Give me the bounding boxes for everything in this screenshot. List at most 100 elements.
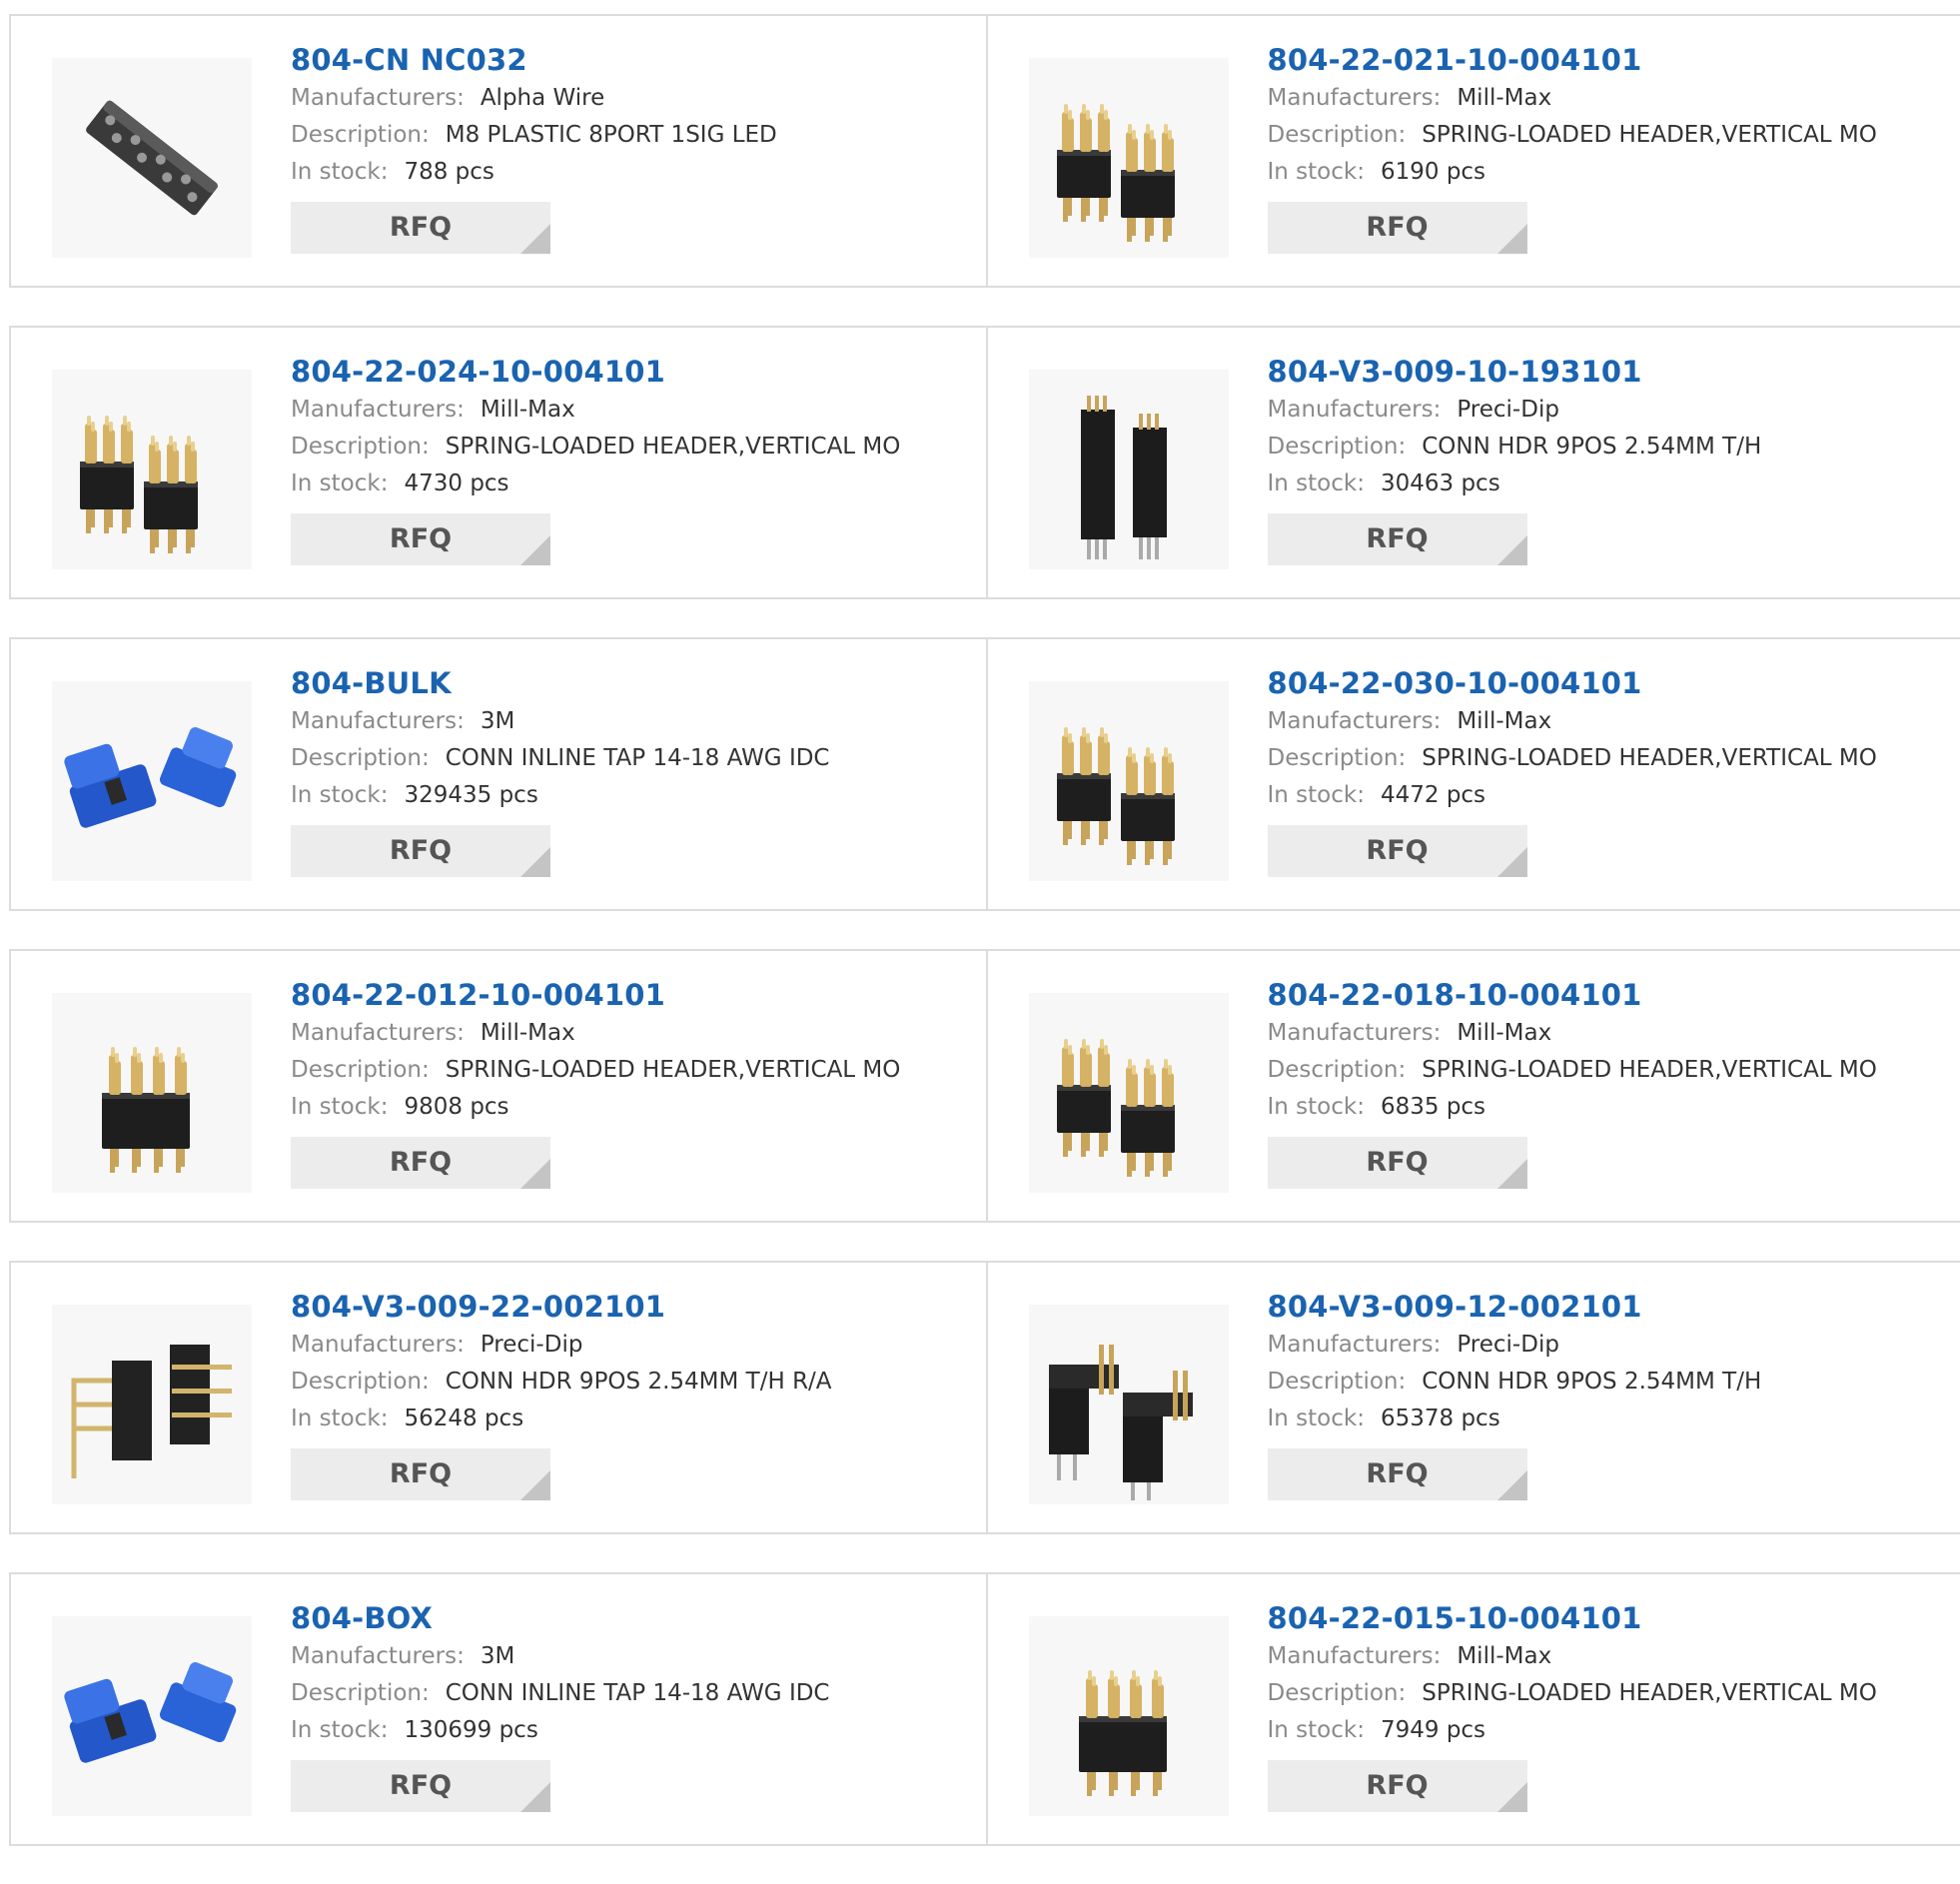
manufacturer-row: Manufacturers:Preci-Dip: [291, 1327, 976, 1364]
rfq-button[interactable]: RFQ: [1268, 513, 1527, 565]
manufacturer-label: Manufacturers:: [1268, 1332, 1442, 1358]
description-label: Description:: [1268, 1057, 1407, 1083]
part-number-link[interactable]: 804-22-030-10-004101: [1268, 663, 1951, 703]
rfq-button[interactable]: RFQ: [1268, 1760, 1527, 1812]
stock-value: 6190 pcs: [1381, 159, 1485, 185]
stock-value: 329435 pcs: [404, 782, 537, 808]
product-info: 804-22-015-10-004101 Manufacturers:Mill-…: [1268, 1598, 1951, 1812]
product-image[interactable]: [52, 1305, 252, 1504]
product-image[interactable]: [1029, 681, 1229, 881]
product-info: 804-22-030-10-004101 Manufacturers:Mill-…: [1268, 663, 1951, 877]
manufacturer-row: Manufacturers: Preci-Dip: [1268, 392, 1951, 429]
product-card: 804-V3-009-12-002101 Manufacturers: Preci…: [986, 1263, 1960, 1532]
description-label: Description:: [291, 1680, 430, 1706]
product-image[interactable]: [52, 58, 252, 258]
product-image[interactable]: [1029, 993, 1229, 1193]
part-number-link[interactable]: 804-V3-009-22-002101: [291, 1287, 976, 1327]
product-card: 804-22-012-10-004101 Manufacturers:Mill-…: [11, 951, 986, 1221]
description-label: Description:: [291, 434, 430, 460]
product-card: 804-CN NC032 Manufacturers:Alpha Wire De…: [11, 16, 986, 286]
rfq-button-label: RFQ: [1366, 835, 1428, 866]
product-image[interactable]: [1029, 58, 1229, 258]
description-row: Description:CONN HDR 9POS 2.54MM T/H: [1268, 429, 1951, 466]
product-grid: 804-CN NC032 Manufacturers:Alpha Wire De…: [9, 14, 1960, 1884]
product-card: 804-22-021-10-004101 Manufacturers:Mill-…: [986, 16, 1960, 286]
corner-triangle-icon: [1497, 535, 1527, 565]
manufacturer-value: Preci-Dip: [1457, 397, 1559, 423]
rfq-button-label: RFQ: [390, 1458, 452, 1489]
manufacturer-value: Mill-Max: [481, 1020, 575, 1046]
stock-row: In stock: 6190 pcs: [1268, 154, 1951, 191]
description-label: Description:: [291, 122, 430, 148]
stock-row: In stock:4730 pcs: [291, 466, 976, 502]
rfq-button[interactable]: RFQ: [1268, 1137, 1527, 1189]
description-row: Description:SPRING-LOADED HEADER,VERTICA…: [1268, 117, 1951, 154]
stock-label: In stock:: [291, 782, 388, 808]
stock-row: In stock:30463 pcs: [1268, 466, 1951, 502]
product-image[interactable]: [1029, 1616, 1229, 1816]
part-number-link[interactable]: 804-V3-009-10-193101: [1268, 352, 1951, 392]
description-row: Description:CONN INLINE TAP 14-18 AWG ID…: [291, 740, 976, 777]
rfq-button[interactable]: RFQ: [1268, 202, 1527, 254]
corner-triangle-icon: [1497, 224, 1527, 254]
product-image[interactable]: [1029, 1305, 1229, 1504]
manufacturer-label: Manufacturers:: [1268, 397, 1442, 423]
description-label: Description:: [291, 745, 430, 771]
manufacturer-value: Preci-Dip: [1457, 1332, 1559, 1358]
product-image[interactable]: [1029, 370, 1229, 569]
description-value: SPRING-LOADED HEADER,VERTICAL MO: [1422, 122, 1877, 148]
rfq-button-label: RFQ: [1366, 523, 1428, 554]
stock-value: 130699 pcs: [404, 1717, 537, 1743]
part-number-link[interactable]: 804-22-012-10-004101: [291, 975, 976, 1015]
stock-label: In stock:: [291, 1094, 388, 1120]
rfq-button[interactable]: RFQ: [291, 202, 550, 254]
spring-header-single-icon: [1029, 1616, 1229, 1816]
description-row: Description:SPRING-LOADED HEADER,VERTICA…: [1268, 740, 1951, 777]
product-image[interactable]: [52, 370, 252, 569]
description-value: SPRING-LOADED HEADER,VERTICAL MO: [1422, 1057, 1877, 1083]
rfq-button[interactable]: RFQ: [291, 513, 550, 565]
manufacturer-row: Manufacturers:3M: [291, 1638, 976, 1675]
stock-label: In stock:: [1268, 159, 1365, 185]
stock-row: In stock: 9808 pcs: [291, 1089, 976, 1126]
rfq-button[interactable]: RFQ: [291, 825, 550, 877]
description-value: M8 PLASTIC 8PORT 1SIG LED: [446, 122, 777, 148]
description-row: Description:SPRING-LOADED HEADER,VERTICA…: [291, 1052, 976, 1089]
description-row: Description:CONN HDR 9POS 2.54MM T/H R/A: [291, 1364, 976, 1401]
rfq-button[interactable]: RFQ: [1268, 825, 1527, 877]
description-value: SPRING-LOADED HEADER,VERTICAL MO: [446, 1057, 901, 1083]
rfq-button[interactable]: RFQ: [1268, 1448, 1527, 1500]
corner-triangle-icon: [1497, 847, 1527, 877]
product-info: 804-CN NC032 Manufacturers:Alpha Wire De…: [291, 40, 976, 254]
rfq-button-label: RFQ: [1366, 1458, 1428, 1489]
corner-triangle-icon: [520, 847, 550, 877]
part-number-link[interactable]: 804-V3-009-12-002101: [1268, 1287, 1951, 1327]
rfq-button[interactable]: RFQ: [291, 1760, 550, 1812]
product-info: 804-BOX Manufacturers:3M Description:CON…: [291, 1598, 976, 1812]
manufacturer-row: Manufacturers: Preci-Dip: [1268, 1327, 1951, 1364]
product-image[interactable]: [52, 993, 252, 1193]
product-card: 804-BOX Manufacturers:3M Description:CON…: [11, 1574, 986, 1844]
part-number-link[interactable]: 804-22-018-10-004101: [1268, 975, 1951, 1015]
product-info: 804-22-024-10-004101 Manufacturers:Mill-…: [291, 352, 976, 565]
part-number-link[interactable]: 804-22-015-10-004101: [1268, 1598, 1951, 1638]
product-image[interactable]: [52, 681, 252, 881]
product-image[interactable]: [52, 1616, 252, 1816]
manufacturer-value: 3M: [481, 708, 514, 734]
part-number-link[interactable]: 804-22-021-10-004101: [1268, 40, 1951, 80]
stock-value: 30463 pcs: [1381, 471, 1500, 496]
part-number-link[interactable]: 804-22-024-10-004101: [291, 352, 976, 392]
part-number-link[interactable]: 804-BULK: [291, 663, 976, 703]
description-label: Description:: [291, 1369, 430, 1395]
spring-header-single-icon: [52, 993, 252, 1193]
part-number-link[interactable]: 804-CN NC032: [291, 40, 976, 80]
sensor-distribution-box-icon: [52, 58, 252, 258]
rfq-button[interactable]: RFQ: [291, 1448, 550, 1500]
rfq-button[interactable]: RFQ: [291, 1137, 550, 1189]
corner-triangle-icon: [520, 1159, 550, 1189]
stock-label: In stock:: [291, 1717, 388, 1743]
part-number-link[interactable]: 804-BOX: [291, 1598, 976, 1638]
tall-header-pair-icon: [1029, 370, 1229, 569]
stock-value: 9808 pcs: [404, 1094, 508, 1120]
rfq-button-label: RFQ: [390, 1770, 452, 1801]
